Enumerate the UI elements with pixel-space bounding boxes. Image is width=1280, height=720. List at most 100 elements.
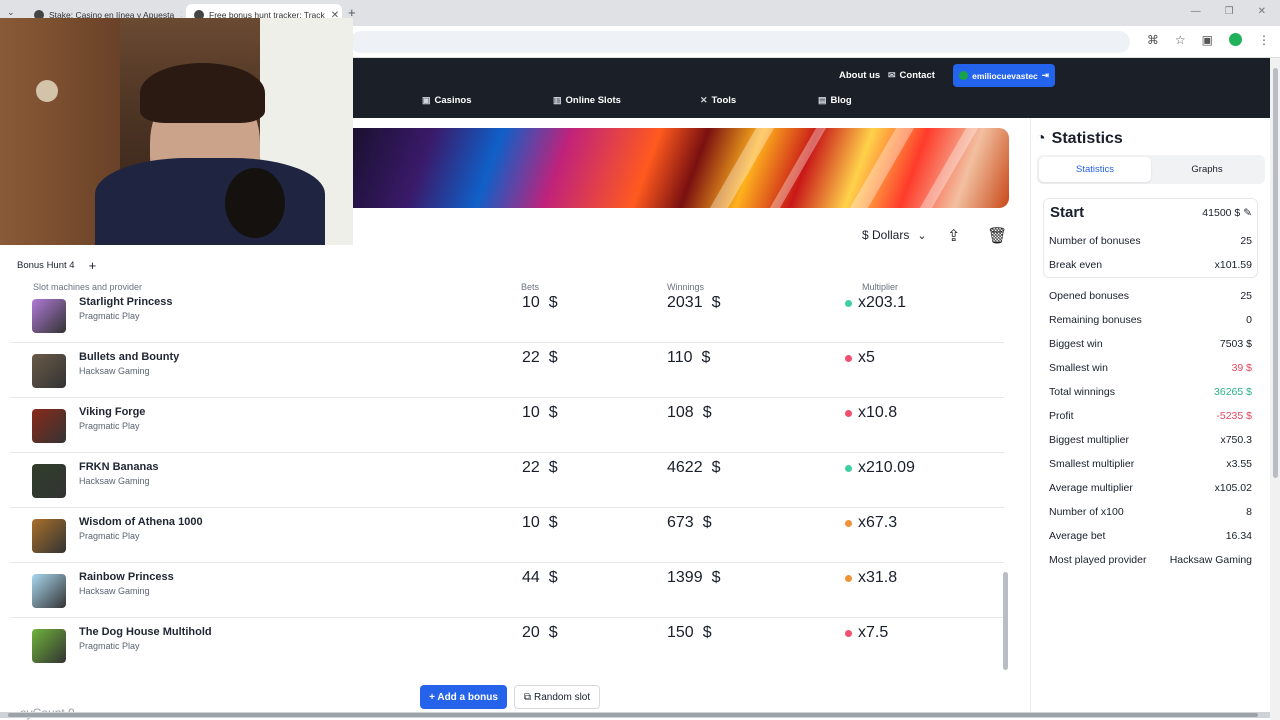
stat-value: x750.3 (1220, 434, 1252, 446)
currency-select[interactable]: $ Dollars ⌄ (862, 228, 927, 242)
currency-symbol: $ (702, 624, 712, 641)
about-us-link[interactable]: About us (839, 70, 880, 81)
tab-graphs[interactable]: Graphs (1151, 157, 1263, 182)
menu-dots-icon[interactable]: ⋮ (1258, 33, 1270, 47)
bet-value[interactable]: 10 $ (522, 514, 558, 532)
winnings-value[interactable]: 150 $ (667, 624, 712, 642)
minimize-icon[interactable]: — (1191, 6, 1201, 17)
table-row[interactable]: FRKN Bananas Hacksaw Gaming 22 $ 4622 $ x2… (10, 453, 1004, 508)
win-amount: 1399 (667, 569, 703, 586)
currency-symbol: $ (548, 459, 558, 476)
add-bonus-button[interactable]: + Add a bonus (420, 685, 507, 709)
stat-label: Average bet (1049, 530, 1106, 542)
stat-label: Smallest win (1049, 362, 1108, 374)
export-icon[interactable]: ⇪ (947, 226, 960, 246)
bonus-table-body: Starlight Princess Pragmatic Play 10 $ 20… (10, 296, 1004, 670)
bet-value[interactable]: 20 $ (522, 624, 558, 642)
add-hunt-icon[interactable]: + (89, 258, 97, 273)
extensions-icon[interactable]: ▣ (1202, 33, 1213, 47)
nav-tools[interactable]: ✕ Tools (700, 95, 736, 106)
winnings-value[interactable]: 673 $ (667, 514, 712, 532)
table-row[interactable]: Starlight Princess Pragmatic Play 10 $ 20… (10, 296, 1004, 343)
bet-amount: 10 (522, 296, 540, 311)
stat-value: 0 (1246, 314, 1252, 326)
delete-icon[interactable]: 🗑 (987, 226, 1007, 246)
table-scrollbar[interactable] (1003, 572, 1008, 670)
stat-label: Biggest multiplier (1049, 434, 1129, 446)
slot-provider: Hacksaw Gaming (79, 476, 150, 486)
winnings-value[interactable]: 4622 $ (667, 459, 721, 477)
stat-label: Smallest multiplier (1049, 458, 1135, 470)
webcam-overlay-image (0, 18, 353, 245)
stat-row: Smallest win 39 $ (1049, 362, 1252, 374)
nav-blog[interactable]: ▤ Blog (818, 95, 852, 106)
slot-provider: Pragmatic Play (79, 531, 140, 541)
random-slot-label: Random slot (534, 691, 591, 703)
tab-statistics[interactable]: Statistics (1039, 157, 1151, 182)
multiplier-value: x67.3 (858, 514, 898, 531)
stat-row: Remaining bonuses 0 (1049, 314, 1252, 326)
stat-row: Profit -5235 $ (1049, 410, 1252, 422)
winnings-value[interactable]: 2031 $ (667, 296, 721, 312)
slot-thumbnail-image (32, 574, 66, 608)
edit-pencil-icon[interactable]: ✎ (1243, 207, 1252, 219)
table-row[interactable]: Wisdom of Athena 1000 Pragmatic Play 10 $… (10, 508, 1004, 563)
pie-chart-icon: ◔ (1036, 130, 1046, 147)
winnings-value[interactable]: 108 $ (667, 404, 712, 422)
currency-symbol: $ (711, 569, 721, 586)
maximize-icon[interactable]: ❐ (1225, 6, 1234, 17)
bet-value[interactable]: 22 $ (522, 349, 558, 367)
horizontal-scrollbar[interactable] (0, 712, 1270, 718)
translate-icon[interactable]: ⌘ (1147, 33, 1159, 47)
page-scrollbar[interactable] (1270, 58, 1280, 720)
winnings-value[interactable]: 1399 $ (667, 569, 721, 587)
currency-symbol: $ (702, 514, 712, 531)
profile-avatar[interactable] (1229, 33, 1242, 46)
stat-label: Average multiplier (1049, 482, 1133, 494)
bookmark-star-icon[interactable]: ☆ (1175, 33, 1186, 47)
bet-value[interactable]: 44 $ (522, 569, 558, 587)
slot-provider: Pragmatic Play (79, 311, 140, 321)
stat-value: 16.34 (1225, 530, 1252, 542)
slots-icon: ▥ (553, 95, 562, 105)
stat-label: Number of bonuses (1049, 235, 1141, 247)
table-row[interactable]: Rainbow Princess Hacksaw Gaming 44 $ 1399… (10, 563, 1004, 618)
stat-label: Most played provider (1049, 554, 1147, 566)
contact-link[interactable]: ✉ Contact (888, 70, 935, 81)
currency-symbol: $ (548, 514, 558, 531)
bet-amount: 20 (522, 624, 540, 641)
multiplier-value: x203.1 (858, 296, 907, 311)
bet-value[interactable]: 22 $ (522, 459, 558, 477)
tools-icon: ✕ (700, 95, 708, 105)
stat-value: Hacksaw Gaming (1169, 554, 1252, 566)
close-window-icon[interactable]: ✕ (1258, 6, 1266, 17)
column-header-bets: Bets (521, 282, 540, 292)
stat-row: Total winnings 36265 $ (1049, 386, 1252, 398)
tab-bonus-hunt-4[interactable]: Bonus Hunt 4 (17, 260, 75, 271)
url-field[interactable] (350, 31, 1130, 53)
currency-symbol: $ (702, 404, 712, 421)
multiplier-status-dot (845, 575, 852, 582)
logout-icon: ⇥ (1041, 70, 1049, 80)
mail-icon: ✉ (888, 70, 896, 80)
toolbar-icons: ⌘ ☆ ▣ ⋮ (1147, 33, 1270, 47)
random-slot-button[interactable]: ⧉ Random slot (514, 685, 600, 709)
slot-thumbnail-image (32, 519, 66, 553)
bet-value[interactable]: 10 $ (522, 404, 558, 422)
table-row[interactable]: Viking Forge Pragmatic Play 10 $ 108 $ x10… (10, 398, 1004, 453)
tab-search-icon[interactable]: ⌄ (7, 7, 15, 18)
table-row[interactable]: The Dog House Multihold Pragmatic Play 2… (10, 618, 1004, 670)
user-account-button[interactable]: emiliocuevastec ⇥ (953, 64, 1055, 87)
hunt-tabs: Bonus Hunt 4 + (17, 258, 96, 273)
winnings-value[interactable]: 110 $ (667, 349, 710, 367)
multiplier-value: x210.09 (858, 459, 915, 476)
nav-online-slots[interactable]: ▥ Online Slots (553, 95, 621, 106)
statistics-tabs: Statistics Graphs (1037, 155, 1265, 184)
currency-symbol: $ (701, 349, 711, 366)
bet-value[interactable]: 10 $ (522, 296, 558, 312)
stat-label: Total winnings (1049, 386, 1115, 398)
slot-name: FRKN Bananas (79, 461, 159, 473)
nav-label: Blog (830, 95, 852, 106)
table-row[interactable]: Bullets and Bounty Hacksaw Gaming 22 $ 11… (10, 343, 1004, 398)
nav-casinos[interactable]: ▣ Casinos (422, 95, 471, 106)
